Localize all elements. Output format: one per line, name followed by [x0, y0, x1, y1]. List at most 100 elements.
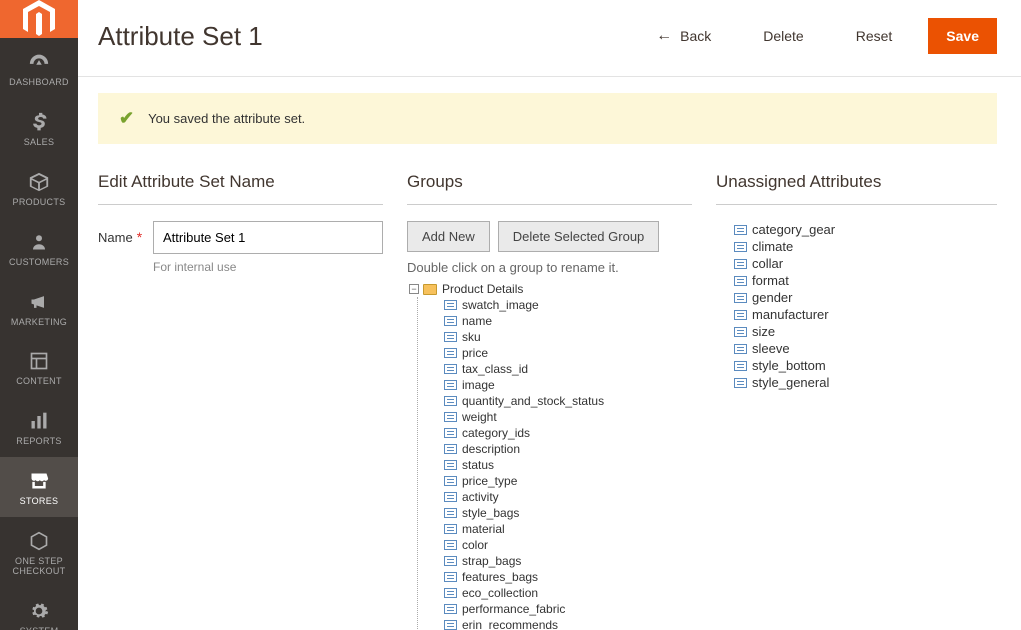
attribute-label: quantity_and_stock_status: [462, 393, 604, 409]
attribute-node[interactable]: name: [444, 313, 690, 329]
unassigned-attribute[interactable]: format: [734, 272, 997, 289]
back-button[interactable]: ← Back: [640, 19, 727, 53]
attribute-node[interactable]: description: [444, 441, 690, 457]
attribute-node[interactable]: performance_fabric: [444, 601, 690, 617]
unassigned-attribute[interactable]: category_gear: [734, 221, 997, 238]
nav-item-marketing[interactable]: MARKETING: [0, 278, 78, 338]
attribute-node[interactable]: erin_recommends: [444, 617, 690, 630]
reset-button[interactable]: Reset: [840, 20, 909, 52]
unassigned-attribute[interactable]: style_bottom: [734, 357, 997, 374]
collapse-icon[interactable]: −: [409, 284, 419, 294]
nav-label: CUSTOMERS: [9, 258, 69, 268]
nav-item-content[interactable]: CONTENT: [0, 337, 78, 397]
nav-item-customers[interactable]: CUSTOMERS: [0, 218, 78, 278]
delete-button[interactable]: Delete: [747, 20, 819, 52]
attribute-icon: [734, 276, 747, 286]
nav-item-one step[interactable]: ONE STEPCHECKOUT: [0, 517, 78, 587]
attribute-node[interactable]: eco_collection: [444, 585, 690, 601]
unassigned-attribute[interactable]: size: [734, 323, 997, 340]
attribute-label: status: [462, 457, 494, 473]
admin-sidebar: DASHBOARD SALES PRODUCTS CUSTOMERS MARKETING…: [0, 0, 78, 630]
nav-item-system[interactable]: SYSTEM: [0, 587, 78, 630]
magento-logo[interactable]: [0, 0, 78, 38]
attribute-node[interactable]: quantity_and_stock_status: [444, 393, 690, 409]
attribute-node[interactable]: features_bags: [444, 569, 690, 585]
attribute-node[interactable]: activity: [444, 489, 690, 505]
unassigned-section-title: Unassigned Attributes: [716, 172, 997, 205]
attribute-label: category_gear: [752, 222, 835, 238]
back-button-label: Back: [680, 28, 711, 44]
unassigned-attribute[interactable]: style_general: [734, 374, 997, 391]
attribute-node[interactable]: tax_class_id: [444, 361, 690, 377]
attribute-icon: [734, 259, 747, 269]
attribute-node[interactable]: weight: [444, 409, 690, 425]
attribute-label: gender: [752, 290, 792, 306]
attribute-set-name-input[interactable]: [153, 221, 383, 254]
attribute-icon: [734, 242, 747, 252]
attribute-icon: [444, 380, 457, 390]
attribute-icon: [444, 428, 457, 438]
attribute-icon: [444, 364, 457, 374]
attribute-node[interactable]: status: [444, 457, 690, 473]
attribute-label: strap_bags: [462, 553, 521, 569]
group-node-product-details[interactable]: − Product Details: [409, 281, 690, 297]
attribute-node[interactable]: strap_bags: [444, 553, 690, 569]
nav-item-reports[interactable]: REPORTS: [0, 397, 78, 457]
attribute-icon: [444, 572, 457, 582]
success-message: You saved the attribute set.: [148, 111, 305, 126]
attribute-node[interactable]: price: [444, 345, 690, 361]
success-alert: ✔ You saved the attribute set.: [98, 93, 997, 144]
attribute-icon: [444, 396, 457, 406]
attribute-label: tax_class_id: [462, 361, 528, 377]
attribute-node[interactable]: price_type: [444, 473, 690, 489]
unassigned-list: category_gearclimatecollarformatgenderma…: [716, 221, 997, 391]
attribute-icon: [444, 604, 457, 614]
nav-item-sales[interactable]: SALES: [0, 98, 78, 158]
attribute-label: performance_fabric: [462, 601, 565, 617]
attribute-label: style_general: [752, 375, 829, 391]
attribute-label: activity: [462, 489, 499, 505]
attribute-icon: [444, 540, 457, 550]
nav-item-stores[interactable]: STORES: [0, 457, 78, 517]
groups-tree[interactable]: − Product Details swatch_imagenameskupri…: [407, 281, 692, 630]
nav-item-dashboard[interactable]: DASHBOARD: [0, 38, 78, 98]
unassigned-attribute[interactable]: collar: [734, 255, 997, 272]
attribute-label: swatch_image: [462, 297, 539, 313]
attribute-icon: [444, 444, 457, 454]
attribute-label: image: [462, 377, 495, 393]
attribute-icon: [734, 344, 747, 354]
attribute-node[interactable]: material: [444, 521, 690, 537]
attribute-icon: [444, 460, 457, 470]
delete-selected-group-button[interactable]: Delete Selected Group: [498, 221, 660, 252]
attribute-icon: [734, 293, 747, 303]
nav-item-products[interactable]: PRODUCTS: [0, 158, 78, 218]
unassigned-attribute[interactable]: climate: [734, 238, 997, 255]
unassigned-attribute[interactable]: sleeve: [734, 340, 997, 357]
attribute-node[interactable]: swatch_image: [444, 297, 690, 313]
add-new-group-button[interactable]: Add New: [407, 221, 490, 252]
attribute-icon: [444, 316, 457, 326]
attribute-label: sku: [462, 329, 481, 345]
attribute-icon: [444, 492, 457, 502]
attribute-node[interactable]: category_ids: [444, 425, 690, 441]
attribute-label: manufacturer: [752, 307, 829, 323]
attribute-label: price: [462, 345, 488, 361]
nav-label: MARKETING: [11, 318, 67, 328]
attribute-label: format: [752, 273, 789, 289]
attribute-node[interactable]: style_bags: [444, 505, 690, 521]
attribute-icon: [734, 378, 747, 388]
name-hint: For internal use: [153, 260, 383, 274]
unassigned-attribute[interactable]: manufacturer: [734, 306, 997, 323]
attribute-icon: [444, 332, 457, 342]
nav-label: SALES: [24, 138, 55, 148]
attribute-node[interactable]: color: [444, 537, 690, 553]
attribute-label: material: [462, 521, 505, 537]
save-button[interactable]: Save: [928, 18, 997, 54]
attribute-label: color: [462, 537, 488, 553]
attribute-node[interactable]: image: [444, 377, 690, 393]
attribute-node[interactable]: sku: [444, 329, 690, 345]
unassigned-attribute[interactable]: gender: [734, 289, 997, 306]
name-label: Name *: [98, 221, 143, 245]
nav-label: CONTENT: [16, 377, 62, 387]
attribute-icon: [444, 476, 457, 486]
